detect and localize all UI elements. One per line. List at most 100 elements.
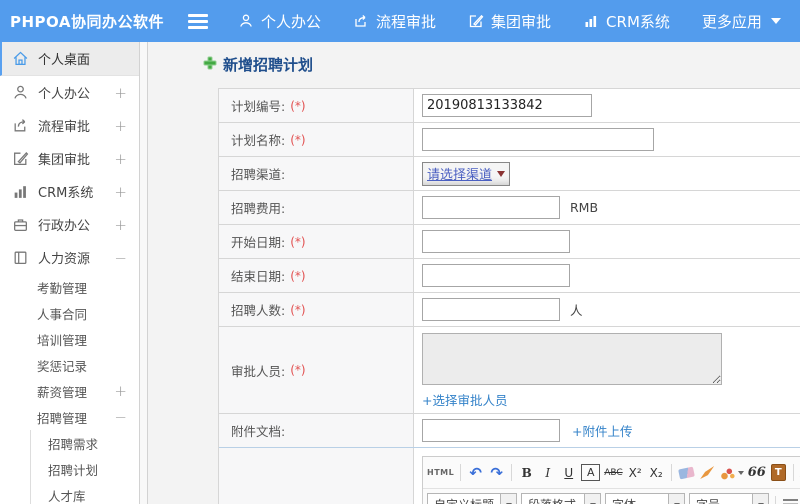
collapse-minus-icon[interactable]: − (114, 249, 127, 267)
paragraph-format-select[interactable]: 段落格式 (521, 493, 602, 504)
home-icon (12, 50, 29, 67)
html-source-button[interactable]: HTML (427, 463, 454, 483)
format-brush-icon[interactable] (699, 463, 716, 483)
recruit-submenu: 招聘需求 招聘计划 人才库 (30, 430, 139, 504)
plan-name-input[interactable] (422, 128, 654, 151)
underline-button[interactable]: U (560, 463, 577, 483)
font-size-select[interactable]: 字号 (689, 493, 770, 504)
end-date-input[interactable] (422, 264, 570, 287)
caret-down-icon (770, 18, 781, 24)
user-icon (12, 84, 29, 101)
paint-dropdown-icon[interactable] (719, 463, 744, 483)
sidebar-item-admin-office[interactable]: 行政办公 + (0, 208, 139, 241)
eraser-icon[interactable] (677, 463, 695, 483)
editor-toolbar-row1: HTML ↶ ↷ B I U A ABC X² X₂ 66 T (423, 457, 800, 489)
cost-input[interactable] (422, 196, 560, 219)
form-row-cost: 招聘费用: RMB (219, 191, 800, 225)
required-marker: (*) (290, 132, 306, 147)
approvers-textarea[interactable] (422, 333, 722, 385)
bold-button[interactable]: B (518, 463, 535, 483)
sidebar-item-process-approval[interactable]: 流程审批 + (0, 109, 139, 142)
sidebar-item-salary[interactable]: 薪资管理 + (0, 378, 139, 404)
bar-chart-icon (583, 13, 599, 29)
custom-title-select[interactable]: 自定义标题 (427, 493, 518, 504)
process-icon (353, 13, 369, 29)
sidebar-item-hr[interactable]: 人力资源 − (0, 241, 139, 274)
expand-plus-icon[interactable]: + (114, 150, 127, 168)
form-row-channel: 招聘渠道: 请选择渠道 (219, 157, 800, 191)
expand-plus-icon[interactable]: + (114, 84, 127, 102)
italic-button[interactable]: I (539, 463, 556, 483)
field-label: 计划名称: (231, 133, 286, 148)
app-logo: PHPOA协同办公软件 (10, 12, 164, 31)
sidebar-item-attendance[interactable]: 考勤管理 (0, 274, 139, 300)
form-row-headcount: 招聘人数: (*) 人 (219, 293, 800, 327)
sidebar-item-group-approval[interactable]: 集团审批 + (0, 142, 139, 175)
recruit-plan-form: 计划编号: (*) 计划名称: (*) 招聘渠道: 请选择渠道 (218, 88, 800, 504)
field-label: 附件文档: (231, 424, 286, 439)
choose-approvers-link[interactable]: +选择审批人员 (422, 390, 507, 409)
main-content: 新增招聘计划 计划编号: (*) 计划名称: (*) 招聘渠道: 请选择渠道 (148, 42, 800, 504)
form-row-attachment: 附件文档: +附件上传 (219, 414, 800, 448)
select-caret-icon (497, 170, 506, 177)
required-marker: (*) (290, 234, 306, 249)
form-row-editor: HTML ↶ ↷ B I U A ABC X² X₂ 66 T (219, 448, 800, 504)
superscript-button[interactable]: X² (627, 463, 644, 483)
collapse-minus-icon[interactable]: − (114, 408, 127, 426)
field-label: 招聘渠道: (231, 167, 286, 182)
page-title: 新增招聘计划 (203, 54, 800, 75)
form-row-end-date: 结束日期: (*) (219, 259, 800, 293)
strikethrough-button[interactable]: ABC (604, 463, 622, 483)
rich-text-editor: HTML ↶ ↷ B I U A ABC X² X₂ 66 T (422, 456, 800, 504)
sidebar-item-desktop[interactable]: 个人桌面 (0, 42, 139, 76)
topnav-crm[interactable]: CRM系统 (583, 11, 670, 32)
form-row-approvers: 审批人员: (*) +选择审批人员 (219, 327, 800, 414)
font-family-select[interactable]: 字体 (605, 493, 686, 504)
sidebar-item-hr-contract[interactable]: 人事合同 (0, 300, 139, 326)
required-marker: (*) (290, 98, 306, 113)
blockquote-button[interactable]: 66 (748, 463, 766, 483)
sidebar-scrollbar[interactable] (139, 42, 148, 504)
expand-plus-icon[interactable]: + (114, 216, 127, 234)
redo-icon[interactable]: ↷ (488, 463, 505, 483)
font-style-button[interactable]: A (581, 464, 601, 481)
sidebar-item-talent-pool[interactable]: 人才库 (31, 482, 139, 504)
field-label: 招聘费用: (231, 201, 286, 216)
sidebar-item-recruit-plan[interactable]: 招聘计划 (31, 456, 139, 482)
edit-square-icon (468, 13, 484, 29)
menu-toggle-icon[interactable] (188, 13, 208, 29)
attachment-input[interactable] (422, 419, 560, 442)
sidebar-item-recruit-mgmt[interactable]: 招聘管理 − (0, 404, 139, 430)
form-row-start-date: 开始日期: (*) (219, 225, 800, 259)
topnav-group-approval[interactable]: 集团审批 (468, 11, 551, 32)
sidebar-item-recruit-demand[interactable]: 招聘需求 (31, 430, 139, 456)
expand-plus-icon[interactable]: + (114, 183, 127, 201)
field-label: 结束日期: (231, 269, 286, 284)
topnav-personal-office[interactable]: 个人办公 (238, 11, 321, 32)
editor-toolbar-row2: 自定义标题 段落格式 字体 字号 ∞ ∞ (423, 489, 800, 504)
topbar: PHPOA协同办公软件 个人办公 流程审批 集团审批 CRM系统 更多应用 (0, 0, 800, 42)
topnav-more-apps[interactable]: 更多应用 (702, 11, 781, 32)
sidebar-item-crm[interactable]: CRM系统 + (0, 175, 139, 208)
required-marker: (*) (290, 268, 306, 283)
sidebar-item-rewards[interactable]: 奖惩记录 (0, 352, 139, 378)
field-label: 招聘人数: (231, 303, 286, 318)
sidebar-item-personal-office[interactable]: 个人办公 + (0, 76, 139, 109)
briefcase-icon (12, 216, 29, 233)
currency-suffix: RMB (570, 200, 599, 215)
expand-plus-icon[interactable]: + (114, 117, 127, 135)
subscript-button[interactable]: X₂ (648, 463, 665, 483)
channel-select[interactable]: 请选择渠道 (422, 161, 511, 186)
expand-plus-icon[interactable]: + (114, 382, 127, 400)
start-date-input[interactable] (422, 230, 570, 253)
sidebar-item-training[interactable]: 培训管理 (0, 326, 139, 352)
topnav-process-approval[interactable]: 流程审批 (353, 11, 436, 32)
field-label: 计划编号: (231, 99, 286, 114)
attachment-upload-link[interactable]: +附件上传 (572, 421, 632, 440)
undo-icon[interactable]: ↶ (467, 463, 484, 483)
paste-icon[interactable]: T (770, 463, 787, 483)
headcount-input[interactable] (422, 298, 560, 321)
align-left-icon[interactable] (782, 495, 799, 504)
book-icon (12, 249, 29, 266)
plan-number-input[interactable] (422, 94, 592, 117)
